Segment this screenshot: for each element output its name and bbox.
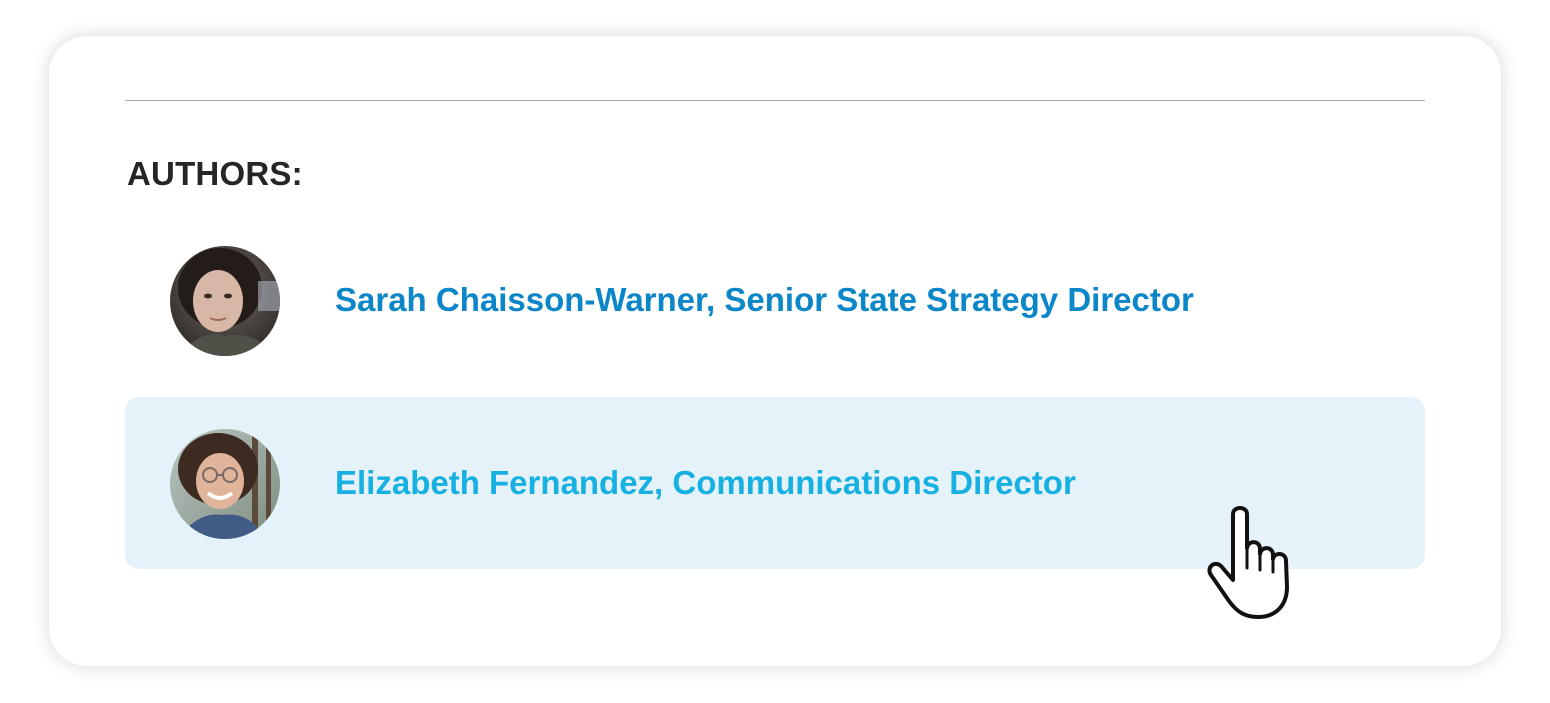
- pointer-hand-icon: [1202, 502, 1298, 622]
- author-avatar-sarah[interactable]: [170, 246, 280, 356]
- author-row-sarah[interactable]: Sarah Chaisson-Warner, Senior State Stra…: [125, 214, 1425, 386]
- author-link-sarah[interactable]: Sarah Chaisson-Warner, Senior State Stra…: [335, 281, 1194, 319]
- authors-heading: AUTHORS:: [127, 155, 303, 192]
- section-divider: [125, 100, 1425, 101]
- author-avatar-elizabeth[interactable]: [170, 429, 280, 539]
- author-link-elizabeth[interactable]: Elizabeth Fernandez, Communications Dire…: [335, 464, 1076, 502]
